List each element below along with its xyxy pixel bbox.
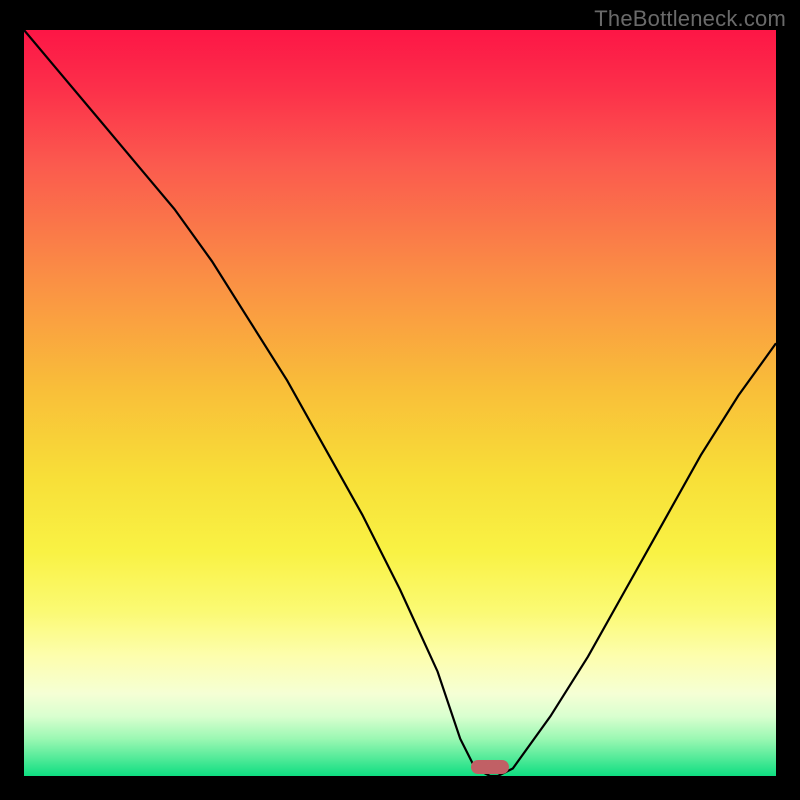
optimum-marker xyxy=(471,760,509,774)
curve-svg xyxy=(24,30,776,776)
watermark-label: TheBottleneck.com xyxy=(594,6,786,32)
bottleneck-curve-path xyxy=(24,30,776,776)
plot-area xyxy=(24,30,776,776)
bottleneck-chart: TheBottleneck.com xyxy=(0,0,800,800)
